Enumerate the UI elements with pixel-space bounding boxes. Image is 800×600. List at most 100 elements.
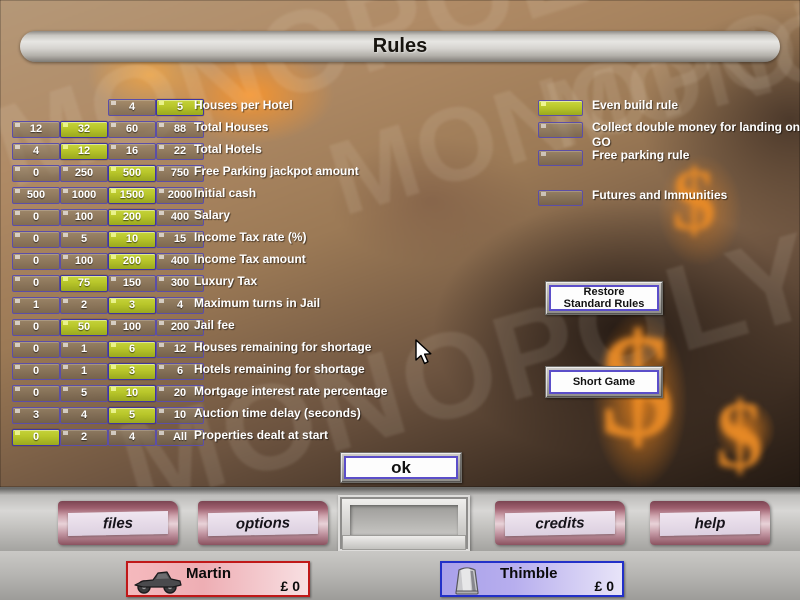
rule-option-cell[interactable]: 75 bbox=[60, 275, 108, 292]
cell-highlight-icon bbox=[159, 387, 164, 391]
rule-option-cell[interactable]: 0 bbox=[12, 363, 60, 380]
dice-tray[interactable] bbox=[338, 495, 470, 551]
rule-option-cell[interactable]: 6 bbox=[108, 341, 156, 358]
toolbar-tab-files[interactable]: files bbox=[58, 501, 178, 545]
rule-option-value: 6 bbox=[176, 365, 184, 377]
toolbar-tab-credits[interactable]: credits bbox=[495, 501, 625, 545]
rule-option-cell[interactable]: 10 bbox=[108, 385, 156, 402]
rule-option-cell[interactable]: 0 bbox=[12, 275, 60, 292]
cell-highlight-icon bbox=[63, 299, 68, 303]
rule-option-cell[interactable]: 2 bbox=[60, 297, 108, 314]
rule-option-cell[interactable]: 500 bbox=[108, 165, 156, 182]
cell-highlight-icon bbox=[63, 211, 68, 215]
rule-option-value: 32 bbox=[77, 123, 91, 135]
restore-button-line1: Restore bbox=[583, 286, 625, 298]
rule-option-value: All bbox=[172, 431, 188, 443]
rule-option-cell[interactable]: 60 bbox=[108, 121, 156, 138]
rule-option-cell[interactable]: 4 bbox=[108, 99, 156, 116]
rule-option-cell[interactable]: 5 bbox=[60, 385, 108, 402]
cell-highlight-icon bbox=[63, 189, 68, 193]
rule-option-cell[interactable]: 0 bbox=[12, 253, 60, 270]
player-panel-1[interactable]: Martin £ 0 bbox=[126, 561, 310, 597]
rule-option-cell[interactable]: 16 bbox=[108, 143, 156, 160]
rule-option-value: 200 bbox=[170, 321, 190, 333]
toolbar-tab-help[interactable]: help bbox=[650, 501, 770, 545]
toolbar-tab-options[interactable]: options bbox=[198, 501, 328, 545]
rule-label: Initial cash bbox=[194, 186, 257, 200]
player-2-cash: £ 0 bbox=[594, 578, 614, 594]
rule-option-cell[interactable]: 32 bbox=[60, 121, 108, 138]
rule-option-cell[interactable]: 4 bbox=[108, 429, 156, 446]
rule-option-cell[interactable]: 100 bbox=[108, 319, 156, 336]
rule-option-value: 0 bbox=[32, 321, 40, 333]
rule-toggle-checkbox[interactable] bbox=[538, 100, 583, 116]
rule-option-value: 4 bbox=[176, 299, 184, 311]
cell-highlight-icon bbox=[159, 211, 164, 215]
cell-highlight-icon bbox=[63, 387, 68, 391]
rule-option-cell[interactable]: 1000 bbox=[60, 187, 108, 204]
rule-option-value: 5 bbox=[176, 101, 184, 113]
rule-option-value: 400 bbox=[170, 255, 190, 267]
rule-option-cell[interactable]: 5 bbox=[60, 231, 108, 248]
rule-label: Total Houses bbox=[194, 120, 269, 134]
rule-option-cell[interactable]: 4 bbox=[60, 407, 108, 424]
rule-option-cell[interactable]: 0 bbox=[12, 209, 60, 226]
rule-option-cell[interactable]: 3 bbox=[108, 297, 156, 314]
rule-option-value: 0 bbox=[32, 255, 40, 267]
rule-option-cell[interactable]: 250 bbox=[60, 165, 108, 182]
cell-highlight-icon bbox=[111, 343, 116, 347]
rule-option-value: 0 bbox=[32, 365, 40, 377]
checkbox-highlight-icon bbox=[541, 102, 546, 106]
rule-toggle-checkbox[interactable] bbox=[538, 190, 583, 206]
mouse-cursor-icon bbox=[415, 339, 432, 365]
toolbar-tab-strip: files options credits help bbox=[0, 489, 800, 551]
rule-option-cell[interactable]: 3 bbox=[12, 407, 60, 424]
ok-button[interactable]: ok bbox=[340, 452, 462, 483]
rule-option-cell[interactable]: 4 bbox=[12, 143, 60, 160]
rule-option-cell[interactable]: 200 bbox=[108, 253, 156, 270]
cell-highlight-icon bbox=[15, 123, 20, 127]
cell-highlight-icon bbox=[15, 167, 20, 171]
rule-toggle-checkbox[interactable] bbox=[538, 122, 583, 138]
rule-option-cell[interactable]: 100 bbox=[60, 253, 108, 270]
rule-option-cell[interactable]: 200 bbox=[108, 209, 156, 226]
ok-button-label: ok bbox=[391, 457, 411, 477]
rule-option-value: 0 bbox=[32, 277, 40, 289]
rule-option-cell[interactable]: 1 bbox=[12, 297, 60, 314]
rule-option-cell[interactable]: 12 bbox=[60, 143, 108, 160]
cell-highlight-icon bbox=[63, 167, 68, 171]
cell-highlight-icon bbox=[111, 233, 116, 237]
rule-option-cell[interactable]: 500 bbox=[12, 187, 60, 204]
rule-option-cell[interactable]: 0 bbox=[12, 429, 60, 446]
rule-option-cell[interactable]: 10 bbox=[108, 231, 156, 248]
rule-option-cell[interactable]: 2 bbox=[60, 429, 108, 446]
rule-option-cell[interactable]: 50 bbox=[60, 319, 108, 336]
player-panel-2[interactable]: Thimble £ 0 bbox=[440, 561, 624, 597]
rule-option-cell[interactable]: 1500 bbox=[108, 187, 156, 204]
rule-option-cell[interactable]: 0 bbox=[12, 165, 60, 182]
rule-option-value: 4 bbox=[80, 409, 88, 421]
rule-option-cell[interactable]: 0 bbox=[12, 341, 60, 358]
cell-highlight-icon bbox=[111, 101, 116, 105]
rule-toggle-checkbox[interactable] bbox=[538, 150, 583, 166]
rule-option-value: 75 bbox=[77, 277, 91, 289]
rule-option-cell[interactable]: 5 bbox=[108, 407, 156, 424]
rule-option-cell[interactable]: 3 bbox=[108, 363, 156, 380]
rule-option-cell[interactable]: 1 bbox=[60, 341, 108, 358]
rule-option-cell[interactable]: 1 bbox=[60, 363, 108, 380]
rule-option-cell[interactable]: 0 bbox=[12, 385, 60, 402]
rule-option-cell[interactable]: 150 bbox=[108, 275, 156, 292]
restore-standard-rules-button[interactable]: Restore Standard Rules bbox=[545, 281, 663, 315]
rule-option-value: 100 bbox=[74, 211, 94, 223]
rule-option-cell[interactable]: 0 bbox=[12, 231, 60, 248]
player-1-name: Martin bbox=[186, 565, 231, 582]
rule-option-value: 0 bbox=[32, 233, 40, 245]
short-game-button[interactable]: Short Game bbox=[545, 366, 663, 398]
rule-option-value: 500 bbox=[26, 189, 46, 201]
cell-highlight-icon bbox=[63, 145, 68, 149]
rule-option-cell[interactable]: 0 bbox=[12, 319, 60, 336]
rule-option-value: 200 bbox=[122, 211, 142, 223]
rule-option-cell[interactable]: 100 bbox=[60, 209, 108, 226]
checkbox-highlight-icon bbox=[541, 124, 546, 128]
rule-option-cell[interactable]: 12 bbox=[12, 121, 60, 138]
